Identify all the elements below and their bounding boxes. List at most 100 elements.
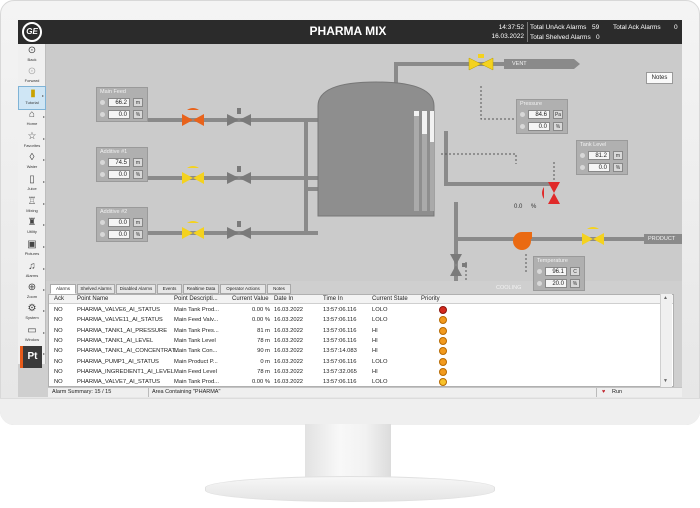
nav-water[interactable]: ◊ Water ▸ (18, 151, 46, 175)
cell-ack: NO (54, 348, 63, 355)
cell-date-in: 16.03.2022 (274, 337, 304, 344)
unit-label: % (553, 122, 563, 131)
cell-ack: NO (54, 379, 63, 386)
mixer-icon: ♖ (27, 196, 37, 207)
cell-date-in: 16.03.2022 (274, 317, 304, 324)
cell-point-name: PHARMA_TANK1_AI_LEVEL (77, 337, 154, 344)
status-dot (537, 281, 542, 286)
cell-description: Main Tank Level (174, 337, 216, 344)
table-row[interactable]: NO PHARMA_TANK1_AI_CONCENTRAT... Main Tank… (49, 346, 673, 356)
cell-time-in: 13:57:32.065 (323, 368, 357, 375)
vent-label: VENT (512, 61, 527, 67)
pressure-panel: Pressure 84.6 Pa 0.0 % (516, 99, 568, 134)
additive2-percent-row: 0.0 % (100, 230, 146, 239)
total-shelved-label: Total Shelved Alarms (530, 34, 591, 41)
run-heart-icon: ♥ (602, 389, 606, 395)
run-status[interactable]: Run (612, 389, 622, 395)
column-header-current-state[interactable]: Current State (372, 296, 408, 302)
unit-label: C (570, 267, 580, 276)
nav-utility[interactable]: ♜ Utility ▸ (18, 216, 46, 240)
tab-realtime-data[interactable]: Realtime Data (183, 284, 219, 294)
table-row[interactable]: NO PHARMA_PUMP1_AI_STATUS Main Product P..… (49, 357, 673, 367)
nav-pictures[interactable]: ▣ Pictures ▸ (18, 238, 46, 262)
scroll-up-icon[interactable]: ▲ (663, 295, 668, 301)
cell-current-state: HI (372, 327, 378, 334)
column-header-date-in[interactable]: Date In (274, 296, 293, 302)
panel-title: Main Feed (100, 89, 126, 95)
valve-main-feed-control[interactable] (182, 108, 204, 126)
pump-speed-unit: % (531, 204, 537, 210)
window-icon: ▭ (27, 325, 37, 336)
valve-additive1-block[interactable] (227, 166, 251, 184)
valve-additive2-block[interactable] (227, 221, 251, 239)
expand-arrow-icon: ▸ (42, 266, 45, 271)
star-icon: ☆ (27, 131, 37, 142)
cell-current-state: HI (372, 337, 378, 344)
table-header: Ack Point Name Point Descripti... Curren… (49, 295, 673, 304)
tab-disabled-alarms[interactable]: Disabled Alarms (116, 284, 156, 294)
proficy-logo: Pt (20, 346, 42, 368)
panel-title: Tank Level (580, 142, 607, 148)
expand-arrow-icon: ▸ (42, 351, 45, 356)
cell-point-name: PHARMA_INGREDIENT1_AI_LEVEL (77, 368, 174, 375)
expand-arrow-icon: ▸ (42, 114, 45, 119)
valve-product[interactable] (582, 227, 604, 245)
priority-high-icon (439, 347, 447, 356)
nav-juice[interactable]: ▯ Juice ▸ (18, 173, 46, 197)
table-row[interactable]: NO PHARMA_INGREDIENT1_AI_LEVEL Main Feed L… (49, 367, 673, 377)
main-feed-panel: Main Feed 66.2 m 0.0 % (96, 87, 148, 122)
tank-level-value: 81.2 (588, 151, 610, 160)
additive1-level-row: 74.5 m (100, 158, 146, 167)
table-row[interactable]: NO PHARMA_TANK1_AI_LEVEL Main Tank Level 78… (49, 336, 673, 346)
cell-time-in: 13:57:06.116 (323, 379, 357, 386)
table-row[interactable]: NO PHARMA_VALVE7_AI_STATUS Main Tank Prod.… (49, 377, 673, 386)
tab-shelved-alarms[interactable]: Shelved Alarms (77, 284, 115, 294)
water-drop-icon: ◊ (29, 152, 35, 163)
cell-ack: NO (54, 307, 63, 313)
status-dot (100, 232, 105, 237)
nav-home[interactable]: ⌂ Home ▸ (18, 108, 46, 132)
valve-additive1-control[interactable] (182, 166, 204, 184)
column-header-description[interactable]: Point Descripti... (174, 296, 218, 302)
nav-tutorial[interactable]: ▮ Tutorial ▸ (18, 86, 46, 110)
tab-events[interactable]: Events (157, 284, 182, 294)
notes-button[interactable]: Notes (646, 72, 673, 84)
status-dot (580, 153, 585, 158)
tab-alarms[interactable]: Alarms (50, 284, 76, 294)
time-display: 14:37:52 (498, 24, 524, 31)
column-header-ack[interactable]: Ack (54, 296, 64, 302)
priority-high-icon (439, 316, 447, 325)
monitor-stand-base (205, 476, 495, 502)
tab-notes[interactable]: Notes (267, 284, 291, 294)
cell-date-in: 16.03.2022 (274, 327, 304, 334)
table-row[interactable]: NO PHARMA_TANK1_AI_PRESSURE Main Tank Pres… (49, 326, 673, 336)
alarm-summary-count: Alarm Summary: 15 / 15 (52, 389, 112, 395)
product-pump[interactable] (513, 232, 532, 250)
cell-point-name: PHARMA_PUMP1_AI_STATUS (77, 358, 159, 365)
valve-cooling[interactable] (450, 254, 467, 276)
additive1-panel: Additive #1 74.5 m 0.0 % (96, 147, 148, 182)
cell-description: Main Tank Pres... (174, 327, 219, 334)
cell-ack: NO (54, 327, 63, 334)
additive2-level-row: 0.0 m (100, 218, 146, 227)
page-title: PHARMA MIX (309, 24, 387, 38)
scroll-down-icon[interactable]: ▼ (663, 378, 668, 384)
cell-current-value: 78 m (257, 368, 270, 375)
column-header-point-name[interactable]: Point Name (77, 296, 108, 302)
table-row[interactable]: NO PHARMA_VALVE11_AI_STATUS Main Feed Valv… (49, 315, 673, 325)
title-bar: GE PHARMA MIX 14:37:52 16.03.2022 Total … (18, 20, 682, 44)
column-header-current-value[interactable]: Current Value (232, 296, 269, 302)
nav-system[interactable]: ⚙ System ▸ (18, 302, 46, 326)
cooling-label: COOLING (496, 285, 522, 291)
valve-additive2-control[interactable] (182, 221, 204, 239)
table-scrollbar[interactable]: ▲ ▼ (660, 294, 672, 387)
tab-operator-actions[interactable]: Operator Actions (220, 284, 266, 294)
unit-label: % (133, 110, 143, 119)
unit-label: m (133, 158, 143, 167)
cell-current-state: HI (372, 368, 378, 375)
column-header-time-in[interactable]: Time In (323, 296, 343, 302)
valve-main-feed-block[interactable] (227, 108, 251, 126)
table-row[interactable]: NO PHARMA_VALVE6_AI_STATUS Main Tank Prod.… (49, 305, 673, 315)
column-header-priority[interactable]: Priority (421, 296, 440, 302)
status-divider (148, 388, 149, 397)
